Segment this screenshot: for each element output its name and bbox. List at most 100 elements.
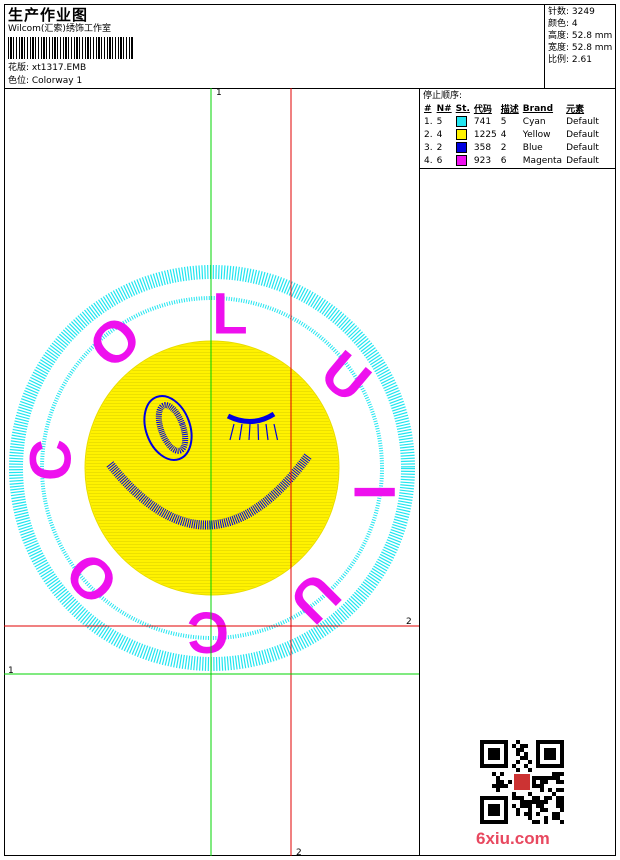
qr-module — [520, 800, 524, 804]
qr-module — [528, 792, 532, 796]
qr-module — [544, 800, 548, 804]
qr-module — [548, 796, 552, 800]
qr-module — [512, 804, 516, 808]
qr-module — [520, 744, 524, 748]
qr-module — [492, 772, 496, 776]
qr-module — [540, 800, 544, 804]
qr-module — [488, 804, 500, 816]
qr-module — [552, 776, 556, 780]
qr-module — [528, 804, 532, 808]
qr-module — [544, 796, 548, 800]
qr-module — [528, 768, 532, 772]
qr-module — [524, 812, 528, 816]
qr-module — [536, 784, 540, 788]
guide-label-v1: 1 — [216, 88, 222, 98]
qr-module — [560, 772, 564, 776]
qr-module — [500, 772, 504, 776]
qr-module — [552, 792, 556, 796]
qr-module — [504, 784, 508, 788]
qr-module — [540, 784, 544, 788]
qr-module — [512, 764, 516, 768]
qr-module — [536, 776, 540, 780]
qr-module — [496, 780, 500, 784]
qr-module — [556, 776, 560, 780]
qr-module — [516, 808, 520, 812]
qr-module — [512, 796, 516, 800]
qr-module — [552, 812, 556, 816]
qr-module — [524, 764, 528, 768]
qr-module — [528, 800, 532, 804]
qr-module — [560, 820, 564, 824]
qr-module — [560, 796, 564, 800]
design-letter: I — [342, 484, 407, 500]
wink-lash — [257, 423, 260, 441]
qr-module — [536, 820, 540, 824]
qr-module — [556, 804, 560, 808]
guide-label-h2: 2 — [406, 617, 412, 627]
qr-module — [514, 774, 530, 790]
qr-module — [492, 784, 496, 788]
qr-module — [516, 812, 520, 816]
qr-module — [532, 780, 536, 784]
qr-module — [528, 760, 532, 764]
qr-module — [488, 748, 500, 760]
embroidery-design-canvas: CO LUIUCO — [4, 88, 419, 856]
qr-module — [536, 812, 540, 816]
qr-module — [556, 816, 560, 820]
qr-module — [496, 776, 500, 780]
qr-module — [532, 800, 536, 804]
qr-module — [516, 752, 520, 756]
qr-module — [516, 796, 520, 800]
design-letter: L — [212, 281, 247, 346]
design-letter: U — [277, 560, 353, 636]
qr-module — [544, 808, 548, 812]
qr-module — [532, 776, 536, 780]
qr-module — [556, 800, 560, 804]
qr-module — [548, 776, 552, 780]
qr-module — [532, 820, 536, 824]
qr-module — [560, 780, 564, 784]
qr-module — [540, 808, 544, 812]
qr-module — [560, 800, 564, 804]
qr-module — [500, 780, 504, 784]
qr-module — [544, 780, 548, 784]
qr-module — [508, 780, 512, 784]
qr-module — [524, 804, 528, 808]
qr-module — [540, 776, 544, 780]
qr-module — [556, 788, 560, 792]
qr-module — [524, 752, 528, 756]
qr-module — [560, 804, 564, 808]
qr-module — [520, 796, 524, 800]
watermark-logo: 6xiu.com — [476, 829, 550, 848]
qr-module — [528, 816, 532, 820]
guide-label-v2: 2 — [296, 848, 302, 858]
qr-module — [540, 788, 544, 792]
design-letter: C — [187, 600, 229, 665]
qr-module — [556, 780, 560, 784]
qr-module — [516, 768, 520, 772]
qr-module — [560, 808, 564, 812]
qr-module — [532, 796, 536, 800]
qr-module — [544, 776, 548, 780]
qr-module — [528, 812, 532, 816]
qr-module — [516, 748, 520, 752]
qr-code-image — [480, 740, 564, 824]
qr-module — [556, 772, 560, 776]
qr-module — [516, 740, 520, 744]
qr-module — [556, 796, 560, 800]
qr-module — [528, 808, 532, 812]
qr-module — [540, 780, 544, 784]
qr-module — [512, 744, 516, 748]
qr-module — [536, 800, 540, 804]
qr-module — [544, 748, 556, 760]
qr-module — [516, 760, 520, 764]
qr-module — [552, 816, 556, 820]
qr-module — [548, 788, 552, 792]
qr-module — [520, 756, 524, 760]
qr-module — [540, 804, 544, 808]
qr-module — [536, 796, 540, 800]
qr-module — [496, 788, 500, 792]
design-letter: C — [18, 439, 83, 481]
qr-module — [532, 784, 536, 788]
qr-module — [500, 784, 504, 788]
